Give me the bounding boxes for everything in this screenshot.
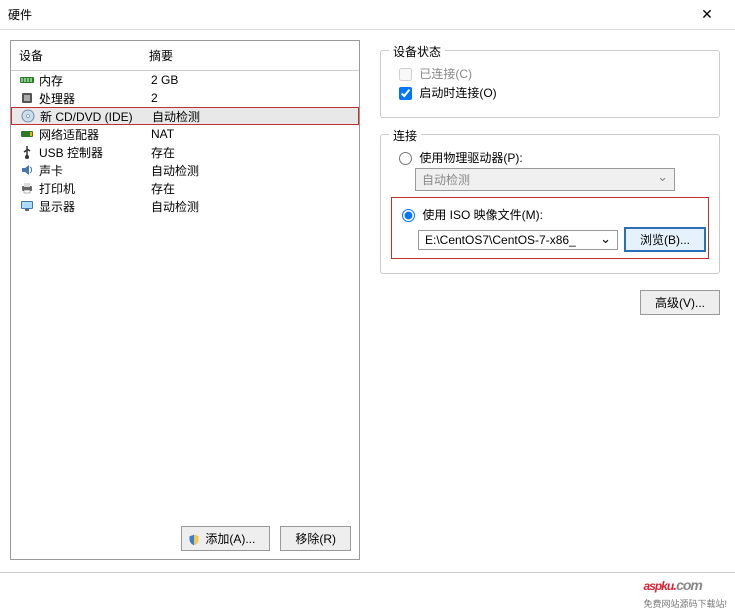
- device-row[interactable]: 网络适配器NAT: [11, 125, 359, 143]
- shield-icon: [188, 534, 200, 546]
- device-summary: 存在: [151, 144, 351, 161]
- device-summary: 自动检测: [151, 198, 351, 215]
- close-icon[interactable]: ✕: [687, 6, 727, 23]
- usb-icon: [19, 144, 35, 160]
- hardware-list-panel: 设备 摘要 内存2 GB处理器2新 CD/DVD (IDE)自动检测网络适配器N…: [10, 40, 360, 560]
- device-row[interactable]: 内存2 GB: [11, 71, 359, 89]
- connection-group: 连接 使用物理驱动器(P): 自动检测 使用 ISO 映像文件(M): E:\C…: [380, 134, 720, 274]
- device-row[interactable]: 处理器2: [11, 89, 359, 107]
- disc-icon: [20, 108, 36, 124]
- col-device: 设备: [19, 47, 149, 64]
- cpu-icon: [19, 90, 35, 106]
- connect-on-start-checkbox[interactable]: 启动时连接(O): [399, 84, 709, 101]
- browse-button[interactable]: 浏览(B)...: [624, 227, 706, 252]
- device-summary: 存在: [151, 180, 351, 197]
- physical-drive-radio[interactable]: 使用物理驱动器(P):: [399, 149, 709, 166]
- device-status-group: 设备状态 已连接(C) 启动时连接(O): [380, 50, 720, 118]
- device-name: 处理器: [39, 90, 151, 107]
- device-name: 新 CD/DVD (IDE): [40, 108, 152, 125]
- titlebar: 硬件 ✕: [0, 0, 735, 30]
- device-summary: 自动检测: [152, 108, 350, 125]
- printer-icon: [19, 180, 35, 196]
- device-name: 声卡: [39, 162, 151, 179]
- device-name: 打印机: [39, 180, 151, 197]
- device-name: USB 控制器: [39, 144, 151, 161]
- iso-path-select[interactable]: E:\CentOS7\CentOS-7-x86_: [418, 230, 618, 250]
- nic-icon: [19, 126, 35, 142]
- device-summary: NAT: [151, 127, 351, 141]
- list-header: 设备 摘要: [11, 41, 359, 71]
- device-row[interactable]: USB 控制器存在: [11, 143, 359, 161]
- iso-radio[interactable]: 使用 ISO 映像文件(M):: [402, 206, 706, 223]
- device-row[interactable]: 新 CD/DVD (IDE)自动检测: [11, 107, 359, 125]
- device-list: 内存2 GB处理器2新 CD/DVD (IDE)自动检测网络适配器NATUSB …: [11, 71, 359, 518]
- window-title: 硬件: [8, 6, 687, 23]
- conn-title: 连接: [389, 127, 421, 144]
- bottom-bar: 关闭: [0, 572, 735, 604]
- sound-icon: [19, 162, 35, 178]
- device-name: 内存: [39, 72, 151, 89]
- connected-checkbox[interactable]: 已连接(C): [399, 65, 709, 82]
- settings-panel: 设备状态 已连接(C) 启动时连接(O) 连接 使用物理驱动器(P): 自动检测…: [375, 40, 725, 560]
- device-name: 网络适配器: [39, 126, 151, 143]
- device-summary: 2 GB: [151, 73, 351, 87]
- status-title: 设备状态: [389, 43, 445, 60]
- add-button[interactable]: 添加(A)...: [181, 526, 270, 551]
- advanced-button[interactable]: 高级(V)...: [640, 290, 720, 315]
- device-row[interactable]: 显示器自动检测: [11, 197, 359, 215]
- physical-drive-select[interactable]: 自动检测: [415, 168, 675, 191]
- device-row[interactable]: 打印机存在: [11, 179, 359, 197]
- col-summary: 摘要: [149, 47, 351, 64]
- device-name: 显示器: [39, 198, 151, 215]
- watermark: aspku.com 免费网站源码下载站!: [643, 565, 727, 610]
- display-icon: [19, 198, 35, 214]
- device-summary: 自动检测: [151, 162, 351, 179]
- device-row[interactable]: 声卡自动检测: [11, 161, 359, 179]
- iso-highlight-box: 使用 ISO 映像文件(M): E:\CentOS7\CentOS-7-x86_…: [391, 197, 709, 259]
- remove-button[interactable]: 移除(R): [280, 526, 351, 551]
- device-summary: 2: [151, 91, 351, 105]
- memory-icon: [19, 72, 35, 88]
